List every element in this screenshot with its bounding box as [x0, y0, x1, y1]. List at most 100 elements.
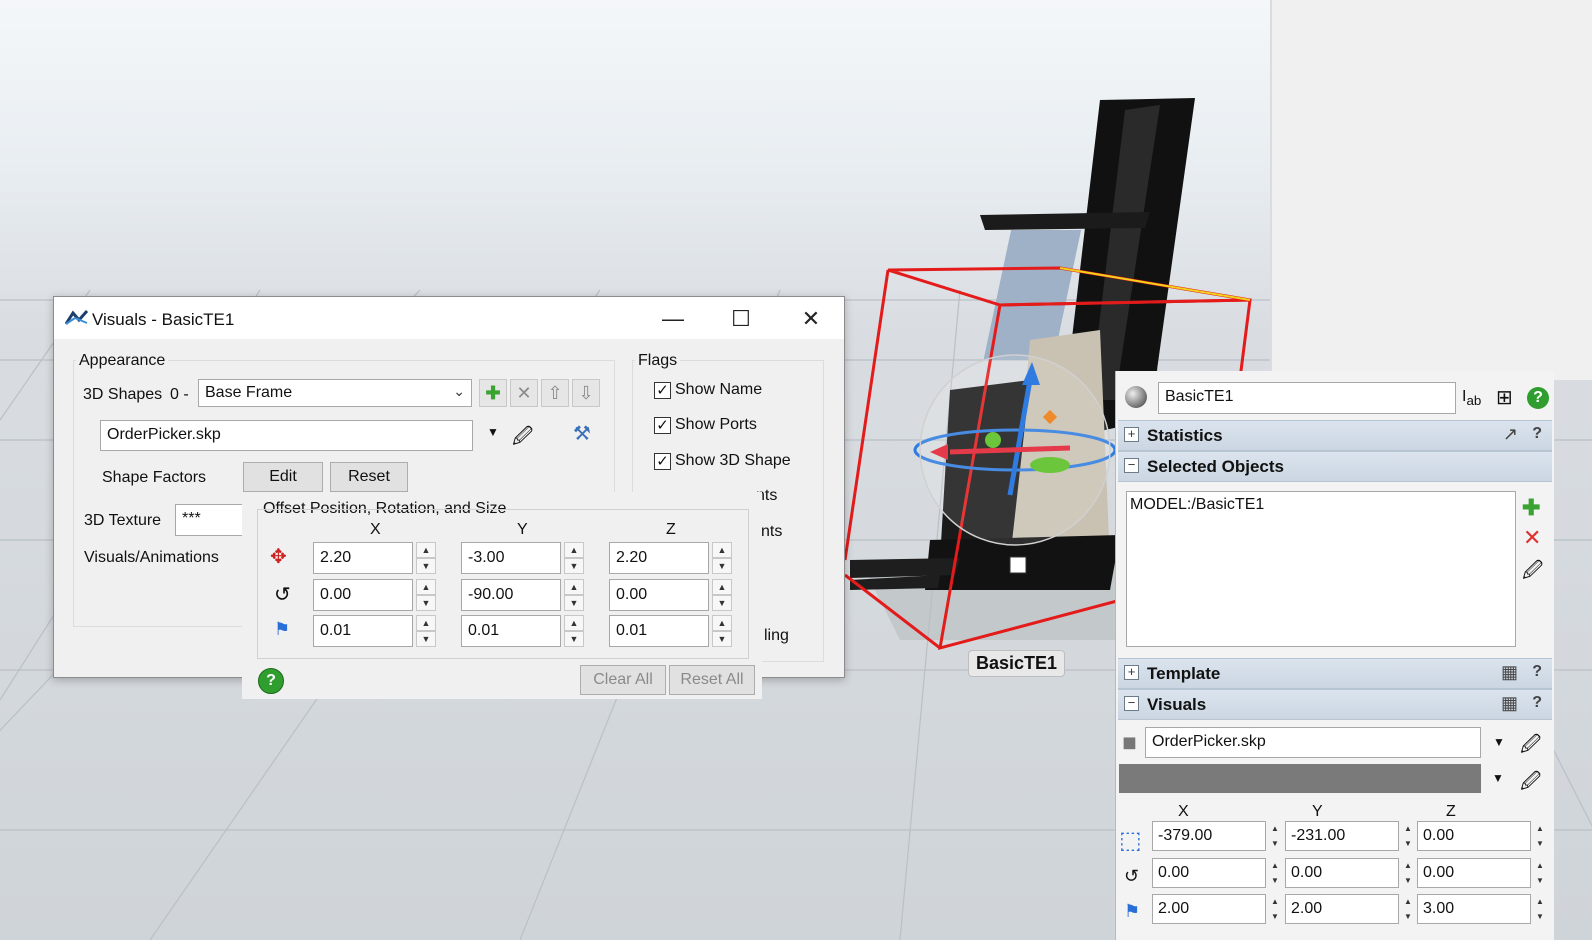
offset-size-x-stepper[interactable]: 0.01 ▲ ▼: [313, 615, 439, 647]
down-arrow-icon[interactable]: ▼: [564, 595, 584, 611]
value[interactable]: -3.00: [461, 542, 561, 574]
section-help-icon[interactable]: ?: [1532, 694, 1542, 712]
object-name-input[interactable]: BasicTE1: [1158, 382, 1456, 414]
help-icon[interactable]: ?: [258, 668, 284, 694]
down-arrow-icon[interactable]: ▼: [1268, 909, 1282, 924]
up-arrow-icon[interactable]: ▲: [1268, 821, 1282, 836]
up-arrow-icon[interactable]: ▲: [564, 542, 584, 558]
down-arrow-icon[interactable]: ▼: [564, 631, 584, 647]
section-help-icon[interactable]: ?: [1532, 425, 1542, 443]
visual-shape-input[interactable]: OrderPicker.skp: [1145, 727, 1481, 758]
down-arrow-icon[interactable]: ▼: [712, 631, 732, 647]
pos-y-stepper[interactable]: -231.00 ▲ ▼: [1285, 821, 1417, 851]
up-arrow-icon[interactable]: ▲: [1268, 858, 1282, 873]
expand-icon[interactable]: +: [1124, 665, 1139, 680]
minimize-button[interactable]: —: [650, 303, 696, 335]
maximize-button[interactable]: ☐: [718, 303, 764, 335]
up-arrow-icon[interactable]: ▲: [564, 615, 584, 631]
value[interactable]: 2.00: [1152, 894, 1266, 924]
tree-view-icon[interactable]: ⊞: [1496, 385, 1513, 410]
rot-x-stepper[interactable]: 0.00 ▲ ▼: [1152, 858, 1284, 888]
size-z-stepper[interactable]: 3.00 ▲ ▼: [1417, 894, 1549, 924]
selected-objects-section-header[interactable]: − Selected Objects: [1118, 451, 1552, 482]
shape-select[interactable]: Base Frame ⌄: [198, 379, 472, 407]
down-arrow-icon[interactable]: ▼: [1401, 873, 1415, 888]
remove-shape-button[interactable]: ✕: [510, 379, 538, 407]
value[interactable]: 0.01: [461, 615, 561, 647]
shape-file-input[interactable]: OrderPicker.skp: [100, 420, 473, 451]
down-arrow-icon[interactable]: ▼: [416, 595, 436, 611]
pin-arrow-icon[interactable]: ↗: [1503, 424, 1518, 445]
down-arrow-icon[interactable]: ▼: [1401, 836, 1415, 851]
offset-pos-y-stepper[interactable]: -3.00 ▲ ▼: [461, 542, 587, 574]
statistics-section-header[interactable]: + Statistics ↗ ?: [1118, 420, 1552, 451]
template-section-header[interactable]: + Template ▦ ?: [1118, 658, 1552, 689]
texture-input[interactable]: ***: [175, 504, 245, 536]
collapse-icon[interactable]: −: [1124, 458, 1139, 473]
down-arrow-icon[interactable]: ▼: [1533, 909, 1547, 924]
down-arrow-icon[interactable]: ▼: [416, 631, 436, 647]
color-swatch[interactable]: [1119, 764, 1481, 793]
value[interactable]: -231.00: [1285, 821, 1399, 851]
down-arrow-icon[interactable]: ▼: [564, 558, 584, 574]
up-arrow-icon[interactable]: ▲: [712, 615, 732, 631]
offset-size-z-stepper[interactable]: 0.01 ▲ ▼: [609, 615, 735, 647]
value[interactable]: 2.20: [609, 542, 709, 574]
show-name-checkbox[interactable]: ✓ Show Name: [654, 381, 762, 399]
add-shape-button[interactable]: ✚: [479, 379, 507, 407]
file-dropdown-arrow-icon[interactable]: ▼: [487, 425, 499, 439]
library-icon[interactable]: ▦: [1501, 693, 1518, 714]
up-arrow-icon[interactable]: ▲: [1268, 894, 1282, 909]
section-help-icon[interactable]: ?: [1532, 663, 1542, 681]
down-arrow-icon[interactable]: ▼: [1268, 873, 1282, 888]
remove-icon[interactable]: ✕: [1523, 525, 1541, 551]
value[interactable]: 0.01: [609, 615, 709, 647]
value[interactable]: 2.00: [1285, 894, 1399, 924]
visuals-section-header[interactable]: − Visuals ▦ ?: [1118, 689, 1552, 720]
value[interactable]: 0.00: [1285, 858, 1399, 888]
offset-pos-x-stepper[interactable]: 2.20 ▲ ▼: [313, 542, 439, 574]
help-icon[interactable]: ?: [1527, 387, 1549, 409]
down-arrow-icon[interactable]: ▼: [1268, 836, 1282, 851]
dropdown-arrow-icon[interactable]: ▼: [1492, 771, 1504, 785]
tools-icon[interactable]: ⚒: [573, 421, 591, 446]
move-down-button[interactable]: ⇩: [572, 379, 600, 407]
offset-rot-y-stepper[interactable]: -90.00 ▲ ▼: [461, 579, 587, 611]
dialog-titlebar[interactable]: Visuals - BasicTE1 — ☐ ✕: [54, 297, 844, 339]
reset-button[interactable]: Reset: [330, 462, 408, 492]
rename-text-icon[interactable]: Iab: [1462, 388, 1481, 408]
show-ports-checkbox[interactable]: ✓ Show Ports: [654, 416, 757, 434]
eyedropper-icon[interactable]: 🖉: [1520, 730, 1541, 764]
up-arrow-icon[interactable]: ▲: [1533, 894, 1547, 909]
properties-panel[interactable]: BasicTE1 Iab ⊞ ? + Statistics ↗ ? − Sele…: [1115, 371, 1554, 940]
down-arrow-icon[interactable]: ▼: [712, 558, 732, 574]
edit-button[interactable]: Edit: [243, 462, 323, 492]
down-arrow-icon[interactable]: ▼: [1533, 873, 1547, 888]
offset-popup[interactable]: Offset Position, Rotation, and Size X Y …: [242, 492, 762, 699]
up-arrow-icon[interactable]: ▲: [1533, 858, 1547, 873]
pos-x-stepper[interactable]: -379.00 ▲ ▼: [1152, 821, 1284, 851]
value[interactable]: -379.00: [1152, 821, 1266, 851]
reset-all-button[interactable]: Reset All: [669, 665, 755, 695]
pos-z-stepper[interactable]: 0.00 ▲ ▼: [1417, 821, 1549, 851]
offset-rot-x-stepper[interactable]: 0.00 ▲ ▼: [313, 579, 439, 611]
expand-icon[interactable]: +: [1124, 427, 1139, 442]
add-icon[interactable]: ✚: [1522, 495, 1540, 521]
eyedropper-icon[interactable]: 🖉: [1522, 556, 1543, 590]
value[interactable]: 0.00: [313, 579, 413, 611]
selected-objects-list[interactable]: MODEL:/BasicTE1: [1126, 491, 1516, 647]
show-3d-shape-checkbox[interactable]: ✓ Show 3D Shape: [654, 452, 791, 470]
value[interactable]: 3.00: [1417, 894, 1531, 924]
size-y-stepper[interactable]: 2.00 ▲ ▼: [1285, 894, 1417, 924]
offset-size-y-stepper[interactable]: 0.01 ▲ ▼: [461, 615, 587, 647]
up-arrow-icon[interactable]: ▲: [1401, 858, 1415, 873]
clear-all-button[interactable]: Clear All: [580, 665, 666, 695]
up-arrow-icon[interactable]: ▲: [416, 542, 436, 558]
close-button[interactable]: ✕: [788, 303, 834, 335]
up-arrow-icon[interactable]: ▲: [712, 579, 732, 595]
offset-pos-z-stepper[interactable]: 2.20 ▲ ▼: [609, 542, 735, 574]
up-arrow-icon[interactable]: ▲: [712, 542, 732, 558]
value[interactable]: 0.01: [313, 615, 413, 647]
up-arrow-icon[interactable]: ▲: [416, 579, 436, 595]
up-arrow-icon[interactable]: ▲: [1401, 894, 1415, 909]
